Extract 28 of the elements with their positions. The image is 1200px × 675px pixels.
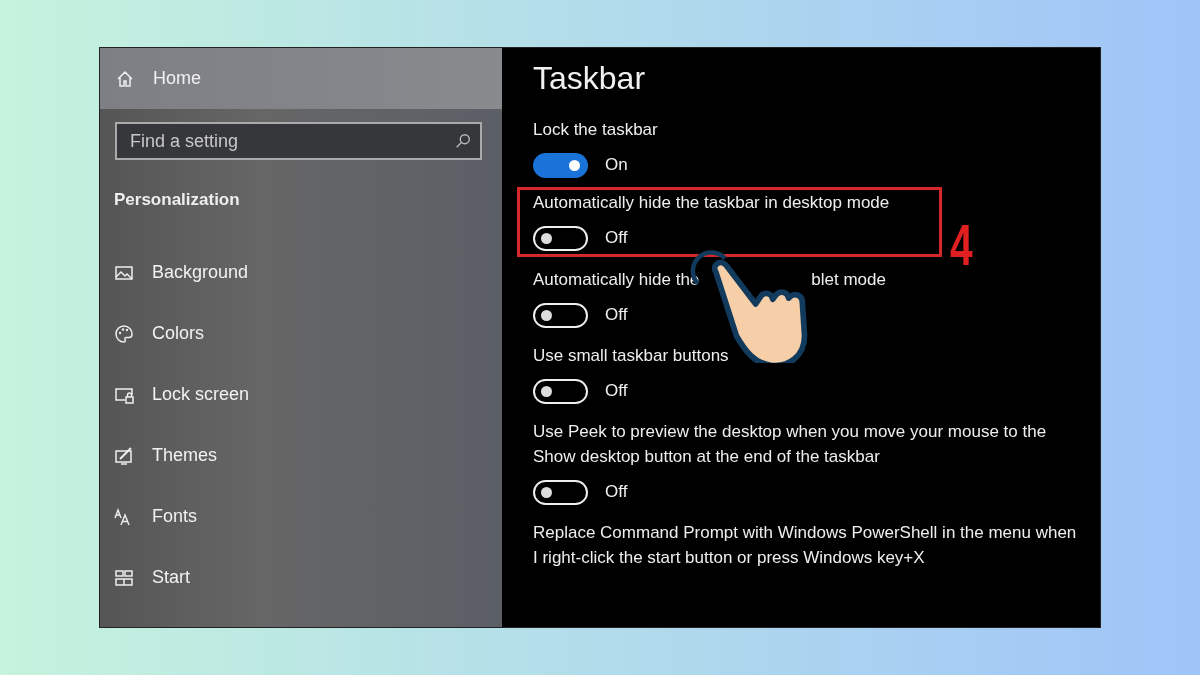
setting-label: blet mode [811,270,886,289]
setting-label: Replace Command Prompt with Windows PowerShell in the menu when I right-click the start button or press Windows key+X [533,523,1077,567]
setting-label: Use small taskbar buttons [533,346,729,365]
palette-icon [114,323,134,344]
step-number: 4 [950,216,973,274]
toggle-state: Off [605,381,628,401]
monitor-pen-icon [114,445,134,466]
toggle-state: Off [605,482,628,502]
nav-item[interactable]: Start [114,567,502,588]
nav-item[interactable]: Themes [114,445,502,466]
toggle-state: Off [605,228,628,248]
toggle-switch[interactable] [533,152,588,178]
search-icon [454,132,472,150]
setting-label: Lock the taskbar [533,120,658,139]
section-heading: Personalization [114,190,241,210]
setting-label: Automatically hide the taskbar in desktop mode [533,193,890,212]
home-icon [115,68,135,89]
setting-label: Use Peek to preview the desktop when you move your mouse to the Show desktop button at the end of the taskbar [533,422,1047,466]
page-title: Taskbar [533,60,647,97]
search-field[interactable]: Find a setting [115,122,482,160]
nav-item[interactable]: Fonts [114,506,502,527]
toggle-state: Off [605,305,628,325]
home-nav-item[interactable]: Home [100,48,502,109]
nav-item[interactable]: Background [114,262,502,283]
toggle-state: On [605,155,628,175]
tiles-icon [114,567,134,588]
nav-item[interactable]: Lock screen [114,384,502,405]
nav-item[interactable]: Colors [114,323,502,344]
